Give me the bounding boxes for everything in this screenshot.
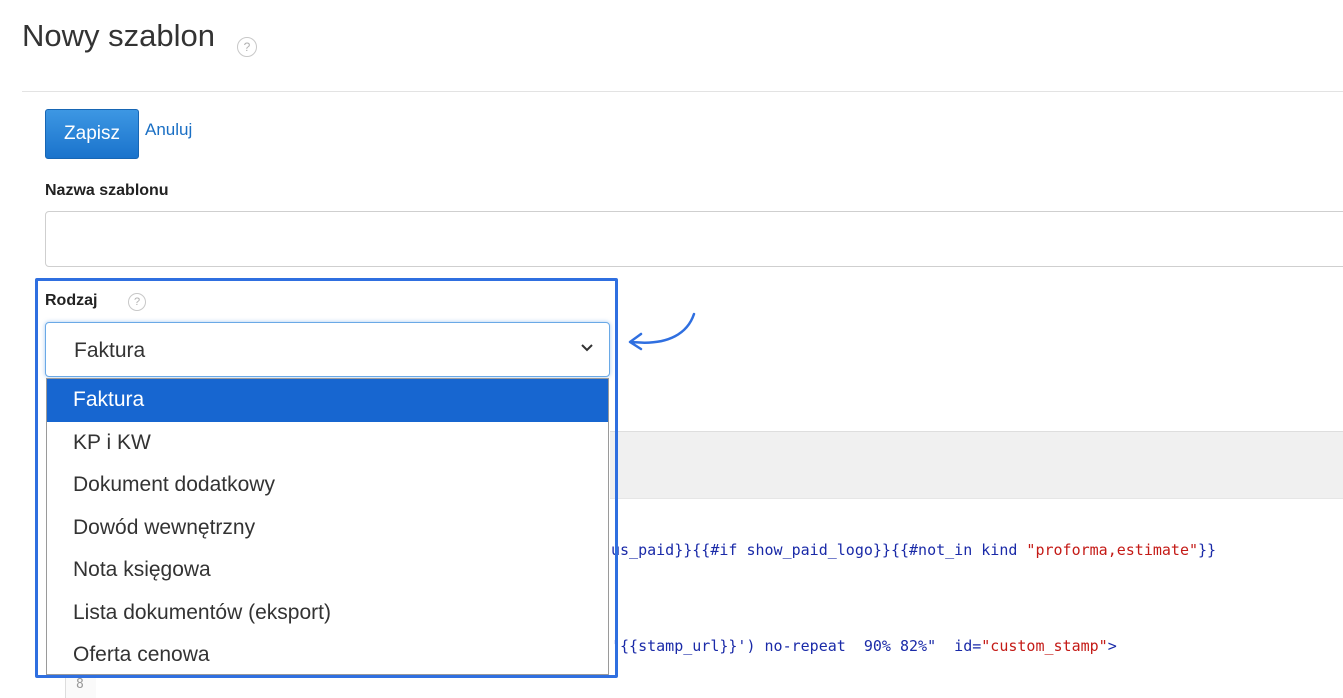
editor-toolbar — [610, 431, 1343, 499]
code-token: '{{stamp_url}}') no-repeat 90% 82%" — [611, 637, 955, 655]
code-token: > — [1107, 637, 1117, 655]
save-button[interactable]: Zapisz — [45, 109, 139, 159]
template-name-label: Nazwa szablonu — [45, 182, 169, 199]
template-name-input[interactable] — [45, 211, 1343, 267]
pointer-arrow-icon — [628, 312, 696, 351]
code-attr: id= — [954, 637, 982, 655]
editor-gutter: 8 — [65, 675, 96, 698]
code-line[interactable]: us_paid}}{{#if show_paid_logo}}{{#not_in… — [611, 541, 1216, 559]
code-string: "proforma,estimate" — [1026, 541, 1199, 559]
help-icon[interactable]: ? — [237, 37, 257, 57]
code-token: }} — [1198, 541, 1217, 559]
code-line[interactable]: '{{stamp_url}}') no-repeat 90% 82%" id="… — [611, 637, 1117, 655]
cancel-link[interactable]: Anuluj — [145, 120, 192, 140]
code-token: us_paid}}{{#if show_paid_logo}}{{#not_in… — [611, 541, 1027, 559]
code-string: "custom_stamp" — [981, 637, 1108, 655]
line-number: 8 — [76, 677, 84, 692]
header-divider — [22, 91, 1343, 92]
page-title: Nowy szablon — [22, 18, 215, 53]
highlight-frame — [35, 278, 618, 678]
